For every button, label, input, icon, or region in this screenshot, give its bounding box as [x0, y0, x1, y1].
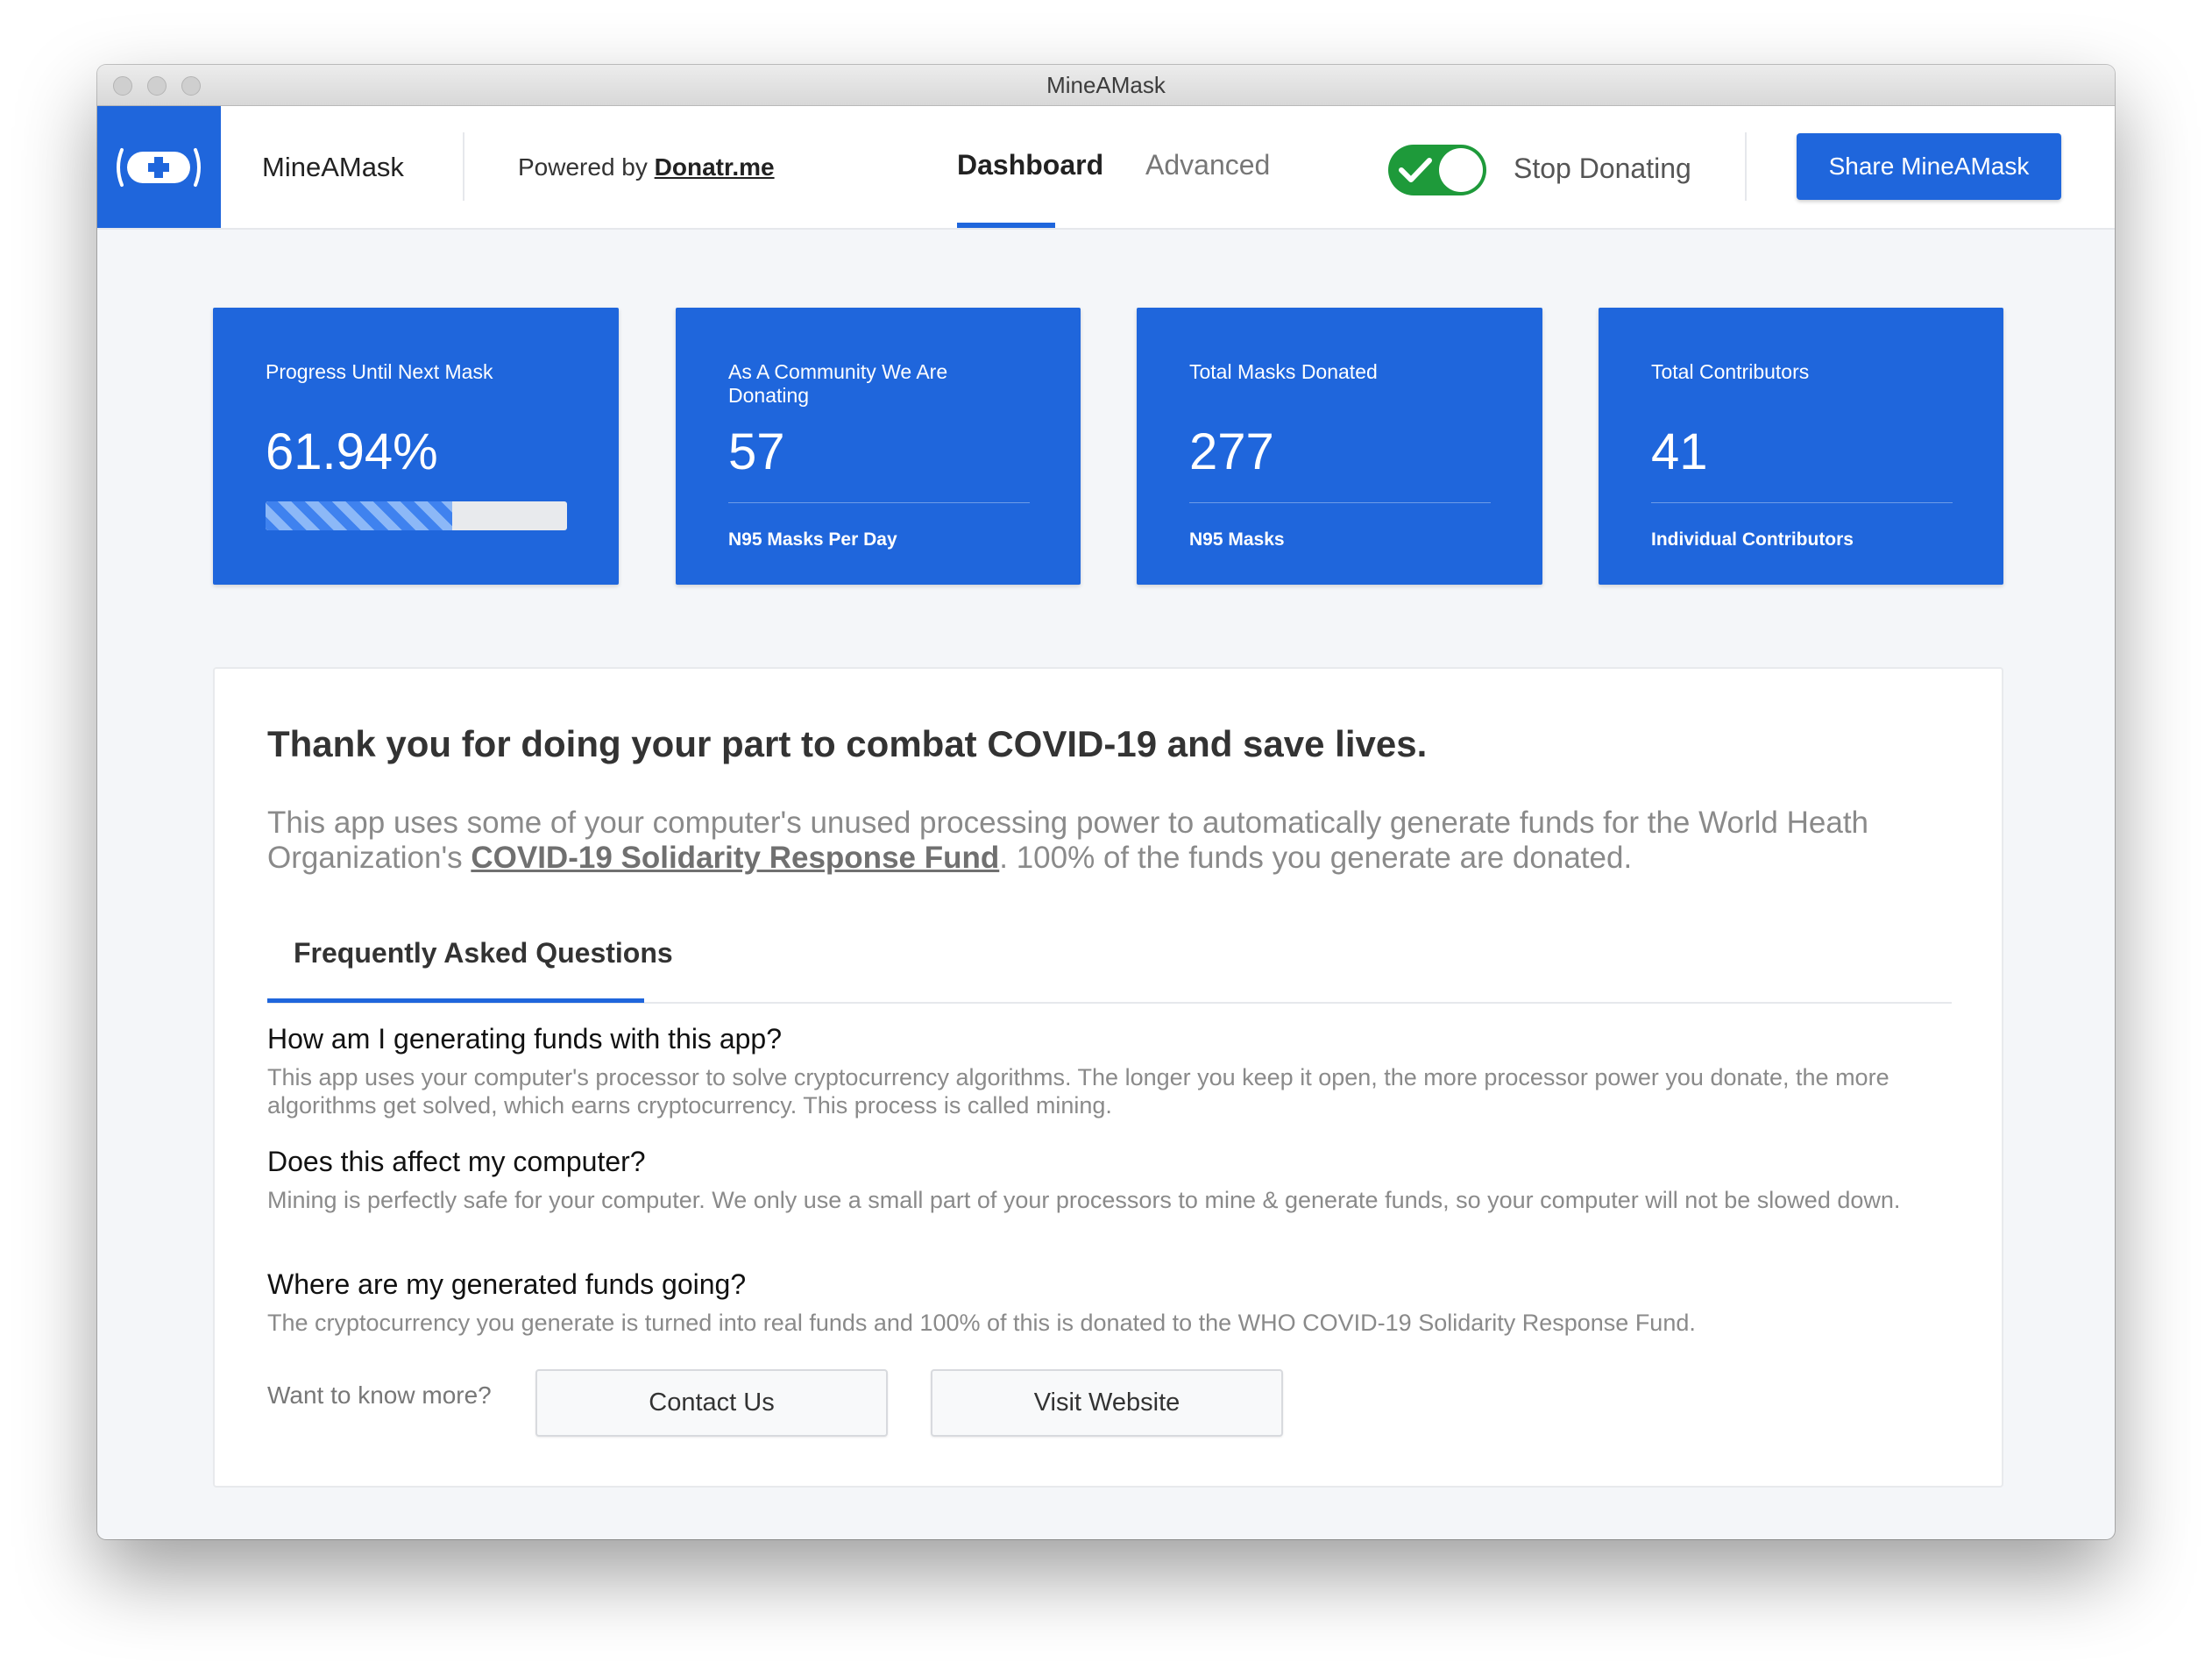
logo: [97, 106, 221, 228]
minimize-window-button[interactable]: [147, 76, 167, 96]
visit-website-button[interactable]: Visit Website: [931, 1369, 1283, 1437]
divider: [1651, 502, 1953, 503]
stat-card-community: As A Community We Are Donating 57 N95 Ma…: [676, 308, 1081, 585]
powered-by: Powered by Donatr.me: [518, 106, 775, 228]
divider: [463, 132, 464, 201]
divider: [1745, 132, 1747, 201]
active-tab-indicator: [957, 223, 1055, 228]
stat-value: 61.94%: [266, 423, 438, 480]
faq-question: Does this affect my computer?: [267, 1146, 646, 1177]
solidarity-fund-link[interactable]: COVID-19 Solidarity Response Fund: [471, 841, 999, 875]
checkmark-icon: [1399, 158, 1432, 182]
faq-answer: Mining is perfectly safe for your comput…: [267, 1187, 1901, 1213]
stat-card-contributors: Total Contributors 41 Individual Contrib…: [1599, 308, 2003, 585]
mask-progress-bar: [266, 501, 567, 530]
app-window: MineAMask MineAMask Powered by Donatr.me…: [97, 65, 2115, 1539]
tab-faq[interactable]: Frequently Asked Questions: [294, 937, 673, 969]
faq-question: Where are my generated funds going?: [267, 1268, 747, 1300]
faq-answer: The cryptocurrency you generate is turne…: [267, 1310, 1696, 1336]
divider: [1189, 502, 1491, 503]
stat-subtitle: Individual Contributors: [1651, 529, 1854, 550]
faq-question: How am I generating funds with this app?: [267, 1023, 782, 1055]
faq-answer: This app uses your computer's processor …: [267, 1064, 1889, 1119]
tab-dashboard[interactable]: Dashboard: [957, 106, 1103, 228]
divider: [728, 502, 1030, 503]
powered-by-label: Powered by: [518, 153, 655, 181]
window-title: MineAMask: [1046, 72, 1166, 98]
close-window-button[interactable]: [113, 76, 132, 96]
stat-title: Total Contributors: [1651, 360, 1810, 383]
zoom-window-button[interactable]: [181, 76, 201, 96]
page-title: Thank you for doing your part to combat …: [267, 723, 1428, 764]
contact-us-button[interactable]: Contact Us: [535, 1369, 888, 1437]
stat-subtitle: N95 Masks Per Day: [728, 529, 897, 550]
toggle-knob: [1439, 148, 1483, 192]
stat-value: 57: [728, 423, 785, 480]
more-info-label: Want to know more?: [267, 1381, 492, 1409]
tab-advanced[interactable]: Advanced: [1145, 106, 1270, 228]
stat-subtitle: N95 Masks: [1189, 529, 1285, 550]
stat-title: Total Masks Donated: [1189, 360, 1378, 383]
stat-card-masks: Total Masks Donated 277 N95 Masks: [1137, 308, 1542, 585]
info-panel: Thank you for doing your part to combat …: [213, 667, 2003, 1488]
active-tab-indicator: [267, 998, 644, 1003]
share-button[interactable]: Share MineAMask: [1797, 133, 2061, 200]
intro-text-after: . 100% of the funds you generate are don…: [999, 841, 1633, 875]
stat-title: Progress Until Next Mask: [266, 360, 493, 383]
stat-title: As A Community We Are Donating: [728, 360, 948, 407]
stat-card-progress: Progress Until Next Mask 61.94%: [213, 308, 619, 585]
mask-icon: [117, 148, 201, 187]
toggle-label: Stop Donating: [1514, 153, 1691, 184]
title-bar: MineAMask: [97, 65, 2115, 106]
top-navbar: MineAMask Powered by Donatr.me Dashboard…: [97, 106, 2115, 230]
donating-toggle[interactable]: [1388, 145, 1486, 195]
intro-text: This app uses some of your computer's un…: [267, 806, 1959, 876]
brand-name: MineAMask: [262, 152, 404, 182]
progress-fill: [266, 501, 453, 530]
stat-value: 41: [1651, 423, 1708, 480]
donatr-link[interactable]: Donatr.me: [655, 153, 775, 181]
stat-value: 277: [1189, 423, 1274, 480]
